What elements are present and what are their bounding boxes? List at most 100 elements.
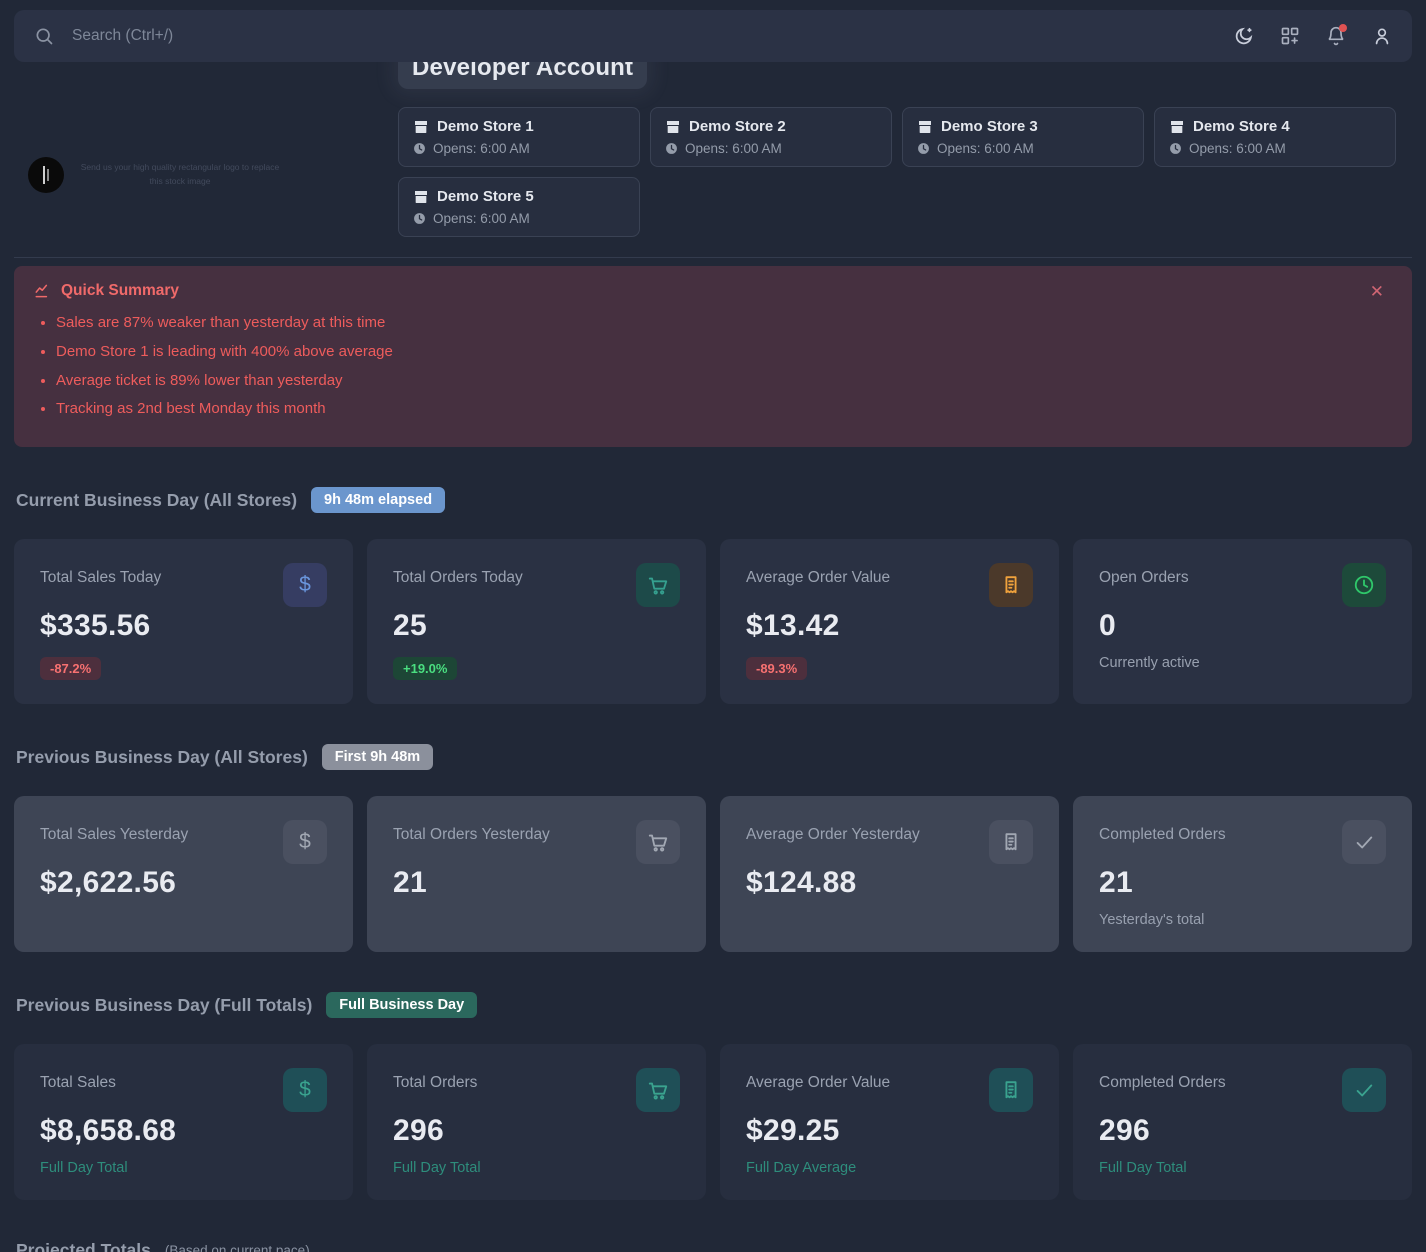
metric-card-completed-orders-yesterday: Completed Orders 21 Yesterday's total <box>1073 796 1412 952</box>
metric-card-total-orders-yesterday: Total Orders Yesterday 21 <box>367 796 706 952</box>
quick-summary-title: Quick Summary <box>61 282 179 300</box>
topbar <box>14 10 1412 62</box>
card-label: Total Sales Today <box>40 569 161 587</box>
delta-badge: -87.2% <box>40 657 101 680</box>
full-totals-cards: Total Sales $ $8,658.68 Full Day Total T… <box>14 1044 1412 1200</box>
store-name: Demo Store 4 <box>1193 118 1290 135</box>
close-icon[interactable]: ✕ <box>1364 282 1390 301</box>
section-title: Current Business Day (All Stores) <box>16 490 297 511</box>
clock-icon <box>917 142 930 155</box>
card-value: $124.88 <box>746 866 1033 900</box>
storefront-icon <box>413 119 429 135</box>
card-label: Average Order Value <box>746 1074 890 1092</box>
metric-card-average-order-value: Average Order Value $13.42 -89.3% <box>720 539 1059 704</box>
card-label: Average Order Yesterday <box>746 826 920 844</box>
storefront-icon <box>917 119 933 135</box>
delta-badge: -89.3% <box>746 657 807 680</box>
storefront-icon <box>665 119 681 135</box>
cart-icon <box>636 820 680 864</box>
dashboard-page: Send us your high quality rectangular lo… <box>0 0 1426 1252</box>
card-label: Completed Orders <box>1099 1074 1226 1092</box>
search-input[interactable] <box>70 26 1217 46</box>
receipt-icon <box>989 1068 1033 1112</box>
store-name: Demo Store 1 <box>437 118 534 135</box>
store-card-demo-store-1[interactable]: Demo Store 1 Opens: 6:00 AM <box>398 107 640 167</box>
metric-card-average-order-full: Average Order Value $29.25 Full Day Aver… <box>720 1044 1059 1200</box>
card-subtext: Full Day Total <box>1099 1160 1386 1176</box>
dollar-icon: $ <box>283 1068 327 1112</box>
card-subtext: Currently active <box>1099 655 1386 671</box>
store-name: Demo Store 3 <box>941 118 1038 135</box>
quick-summary-alert: Quick Summary ✕ Sales are 87% weaker tha… <box>14 266 1412 447</box>
store-hours: Opens: 6:00 AM <box>433 141 530 156</box>
elapsed-badge: 9h 48m elapsed <box>311 487 445 513</box>
card-value: 296 <box>1099 1114 1386 1148</box>
apps-grid-icon[interactable] <box>1280 26 1300 46</box>
metric-card-total-sales-today: Total Sales Today $ $335.56 -87.2% <box>14 539 353 704</box>
clock-icon <box>413 142 426 155</box>
store-card-demo-store-3[interactable]: Demo Store 3 Opens: 6:00 AM <box>902 107 1144 167</box>
card-label: Completed Orders <box>1099 826 1226 844</box>
chart-line-icon <box>34 282 52 300</box>
section-header-current-day: Current Business Day (All Stores) 9h 48m… <box>16 487 1410 513</box>
card-label: Total Orders Yesterday <box>393 826 550 844</box>
notification-dot <box>1339 24 1347 32</box>
card-label: Total Orders <box>393 1074 477 1092</box>
metric-card-total-sales-full: Total Sales $ $8,658.68 Full Day Total <box>14 1044 353 1200</box>
card-value: 21 <box>393 866 680 900</box>
store-hours: Opens: 6:00 AM <box>937 141 1034 156</box>
card-value: 296 <box>393 1114 680 1148</box>
metric-card-total-sales-yesterday: Total Sales Yesterday $ $2,622.56 <box>14 796 353 952</box>
card-label: Open Orders <box>1099 569 1189 587</box>
check-icon <box>1342 820 1386 864</box>
store-card-demo-store-4[interactable]: Demo Store 4 Opens: 6:00 AM <box>1154 107 1396 167</box>
section-header-previous-day: Previous Business Day (All Stores) First… <box>16 744 1410 770</box>
card-subtext: Full Day Total <box>393 1160 680 1176</box>
receipt-icon <box>989 820 1033 864</box>
dark-mode-icon[interactable] <box>1233 26 1254 47</box>
topbar-actions <box>1233 26 1392 47</box>
clock-icon <box>665 142 678 155</box>
metric-card-open-orders: Open Orders 0 Currently active <box>1073 539 1412 704</box>
metric-card-total-orders-today: Total Orders Today 25 +19.0% <box>367 539 706 704</box>
card-label: Total Sales <box>40 1074 116 1092</box>
card-label: Average Order Value <box>746 569 890 587</box>
header-divider <box>14 257 1412 258</box>
clock-icon <box>1169 142 1182 155</box>
store-list: Demo Store 1 Opens: 6:00 AM Demo Store 2… <box>398 107 1412 237</box>
check-icon <box>1342 1068 1386 1112</box>
section-title: Projected Totals <box>16 1240 151 1252</box>
receipt-icon <box>989 563 1033 607</box>
clock-icon <box>413 212 426 225</box>
dollar-icon: $ <box>283 820 327 864</box>
card-value: $335.56 <box>40 609 327 643</box>
notifications-bell-icon[interactable] <box>1326 26 1346 46</box>
quick-summary-list: Sales are 87% weaker than yesterday at t… <box>34 312 1392 420</box>
card-value: 0 <box>1099 609 1386 643</box>
logo-placeholder-note: Send us your high quality rectangular lo… <box>80 161 280 188</box>
section-title: Previous Business Day (All Stores) <box>16 747 308 768</box>
store-hours: Opens: 6:00 AM <box>433 211 530 226</box>
card-label: Total Sales Yesterday <box>40 826 188 844</box>
summary-item: Demo Store 1 is leading with 400% above … <box>56 341 1392 363</box>
card-subtext: Full Day Total <box>40 1160 327 1176</box>
section-header-full-totals: Previous Business Day (Full Totals) Full… <box>16 992 1410 1018</box>
period-badge: First 9h 48m <box>322 744 433 770</box>
metric-card-average-order-yesterday: Average Order Yesterday $124.88 <box>720 796 1059 952</box>
account-header: Send us your high quality rectangular lo… <box>0 62 1426 237</box>
summary-item: Average ticket is 89% lower than yesterd… <box>56 370 1392 392</box>
current-day-cards: Total Sales Today $ $335.56 -87.2% Total… <box>14 539 1412 704</box>
user-profile-icon[interactable] <box>1372 26 1392 46</box>
store-card-demo-store-2[interactable]: Demo Store 2 Opens: 6:00 AM <box>650 107 892 167</box>
storefront-icon <box>1169 119 1185 135</box>
section-header-projected: Projected Totals (Based on current pace) <box>16 1240 1410 1252</box>
summary-item: Tracking as 2nd best Monday this month <box>56 398 1392 420</box>
previous-day-cards: Total Sales Yesterday $ $2,622.56 Total … <box>14 796 1412 952</box>
card-label: Total Orders Today <box>393 569 523 587</box>
card-value: 21 <box>1099 866 1386 900</box>
metric-card-completed-orders-full: Completed Orders 296 Full Day Total <box>1073 1044 1412 1200</box>
store-card-demo-store-5[interactable]: Demo Store 5 Opens: 6:00 AM <box>398 177 640 237</box>
store-name: Demo Store 2 <box>689 118 786 135</box>
search-icon <box>34 26 54 46</box>
delta-badge: +19.0% <box>393 657 457 680</box>
